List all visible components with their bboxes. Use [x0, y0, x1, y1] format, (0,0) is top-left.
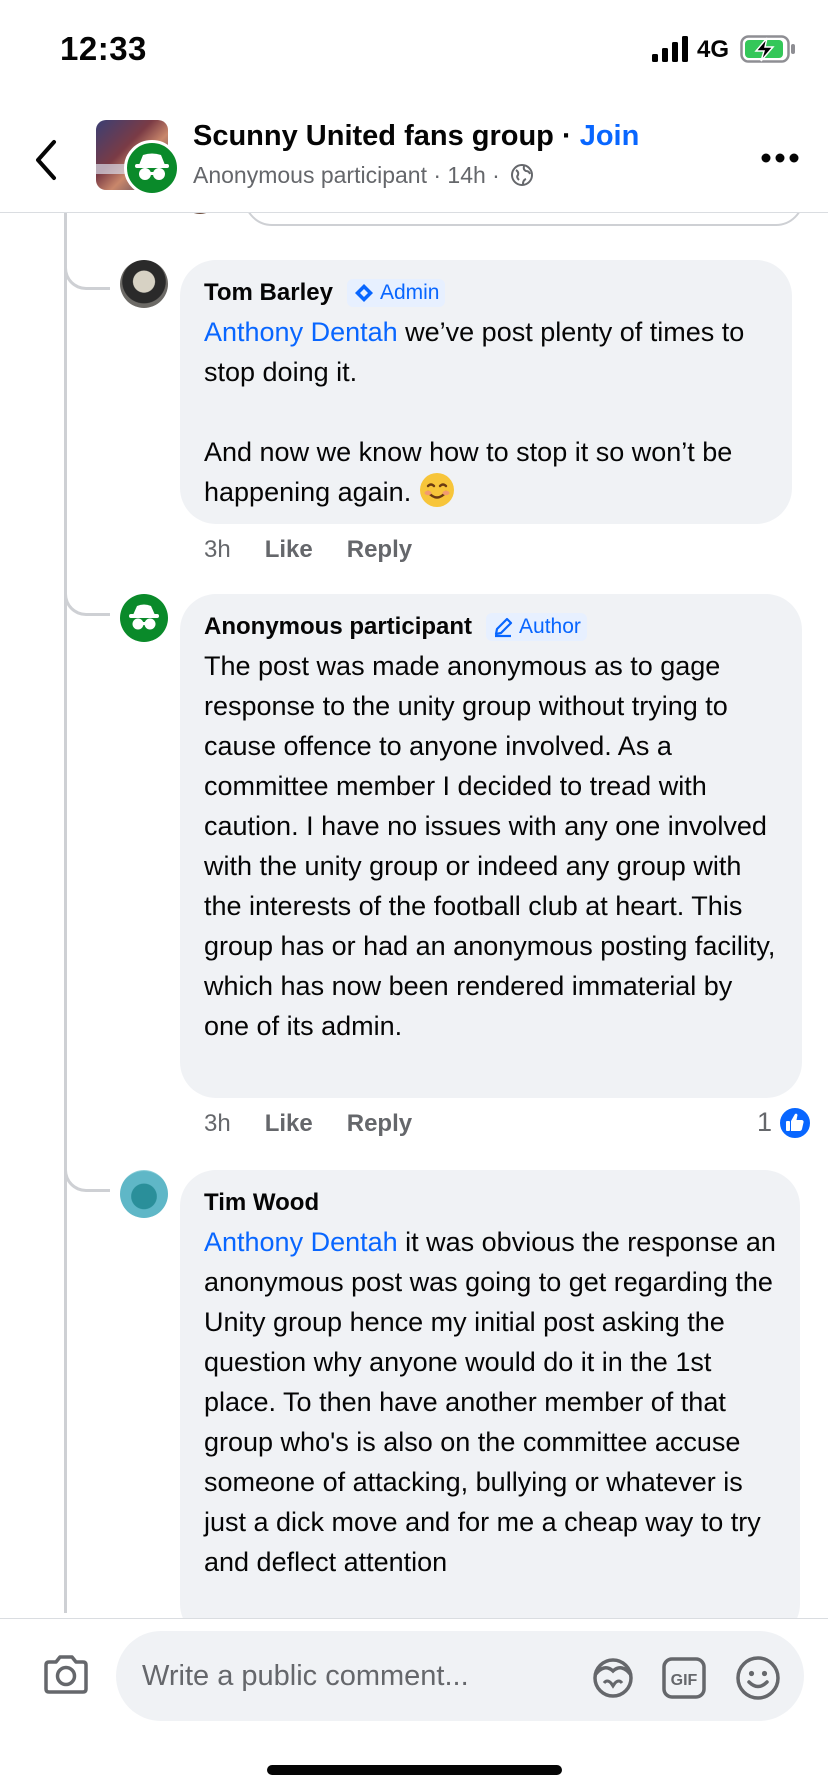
join-link[interactable]: Join	[580, 120, 640, 152]
admin-diamond-icon	[354, 284, 373, 302]
reply-button[interactable]: Reply	[347, 1110, 412, 1138]
comment-bubble: Tim Wood Anthony Dentah it was obvious t…	[180, 1170, 800, 1640]
mention-link[interactable]: Anthony Dentah	[204, 317, 398, 347]
status-time: 12:33	[60, 30, 147, 67]
emoji-picker-icon[interactable]	[735, 1655, 781, 1701]
avatar-sticker-icon[interactable]	[590, 1655, 636, 1699]
battery-charging-icon	[740, 35, 795, 63]
avatar[interactable]	[120, 260, 168, 308]
post-meta-text: Anonymous participant · 14h ·	[193, 162, 507, 188]
comment-bubble: Tom Barley Admin Anthony Dentah we’ve po…	[180, 260, 792, 524]
status-bar: 12:33 4G	[0, 0, 828, 100]
comment-bubble: Anonymous participant Author The post wa…	[180, 594, 802, 1098]
title-separator: ·	[553, 120, 580, 152]
thread-connector	[64, 586, 110, 616]
post-header: Scunny United fans group · Join Anonymou…	[0, 100, 828, 213]
anonymous-icon	[124, 140, 180, 196]
back-arrow-icon[interactable]	[32, 138, 60, 182]
like-button[interactable]: Like	[265, 536, 313, 564]
avatar[interactable]	[120, 1170, 168, 1218]
group-title[interactable]: Scunny United fans group · Join	[193, 120, 639, 153]
mention-link[interactable]: Anthony Dentah	[204, 1227, 398, 1257]
smiling-face-icon	[419, 473, 454, 507]
like-button[interactable]: Like	[265, 1110, 313, 1138]
gif-icon[interactable]: GIF	[662, 1657, 706, 1699]
camera-icon[interactable]	[42, 1653, 90, 1695]
like-reaction-icon[interactable]	[778, 1106, 812, 1140]
thread-line	[64, 213, 67, 1613]
comment-author[interactable]: Tim Wood	[204, 1189, 319, 1217]
more-options-icon[interactable]	[760, 152, 800, 164]
admin-badge-label: Admin	[379, 281, 440, 304]
signal-icon	[652, 36, 688, 62]
comment-actions: 3h Like Reply	[204, 536, 412, 564]
group-name[interactable]: Scunny United fans group	[193, 120, 554, 152]
anonymous-icon	[129, 604, 159, 630]
comment-actions: 3h Like Reply	[204, 1110, 412, 1138]
comment-body-paragraph: And now we know how to stop it so won’t …	[204, 437, 733, 507]
thread-connector	[64, 260, 110, 290]
comment-text: Anthony Dentah we’ve post plenty of time…	[204, 312, 768, 512]
avatar[interactable]	[120, 594, 168, 642]
comment-author[interactable]: Tom Barley	[204, 279, 333, 307]
globe-icon	[511, 164, 534, 186]
comment-text: Anthony Dentah it was obvious the respon…	[204, 1222, 776, 1582]
pencil-icon	[494, 617, 513, 638]
comment-body: The post was made anonymous as to gage r…	[204, 651, 776, 1041]
author-badge-label: Author	[519, 615, 581, 638]
post-meta: Anonymous participant · 14h ·	[193, 162, 534, 189]
reply-button[interactable]: Reply	[347, 536, 412, 564]
comment-composer: GIF	[0, 1618, 828, 1738]
svg-text:GIF: GIF	[671, 1672, 698, 1689]
comment-author[interactable]: Anonymous participant	[204, 613, 472, 641]
network-label: 4G	[697, 36, 730, 63]
thread-connector	[64, 1162, 110, 1192]
comment-body: it was obvious the response an anonymous…	[204, 1227, 776, 1577]
admin-badge: Admin	[346, 279, 446, 307]
home-indicator[interactable]	[267, 1765, 562, 1775]
comment-time: 3h	[204, 1110, 231, 1137]
comment-time: 3h	[204, 536, 231, 563]
reaction-count[interactable]: 1	[757, 1107, 772, 1138]
author-badge: Author	[486, 613, 587, 641]
